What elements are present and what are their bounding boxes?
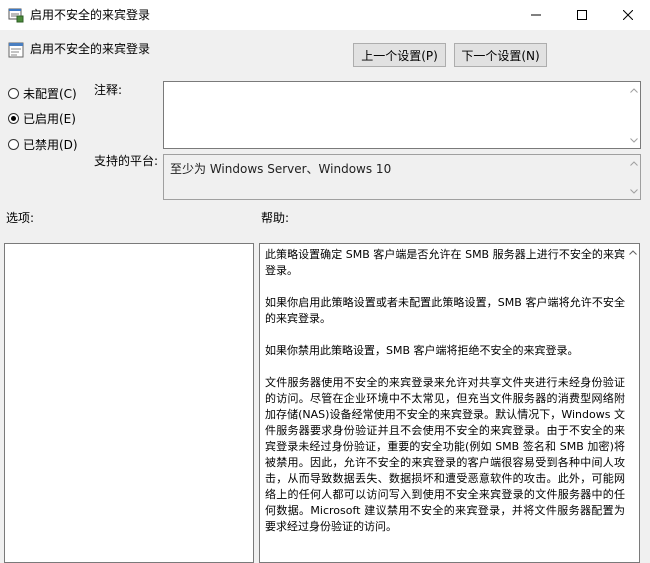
help-paragraph: 文件服务器使用不安全的来宾登录来允许对共享文件夹进行未经身份验证的访问。尽管在企… [265,376,625,533]
help-paragraph: 如果你启用此策略设置或者未配置此策略设置，SMB 客户端将允许不安全的来宾登录。 [265,296,625,325]
minimize-button[interactable] [513,0,559,30]
radio-disabled[interactable]: 已禁用(D) [8,135,78,153]
help-pane[interactable]: 此策略设置确定 SMB 客户端是否允许在 SMB 服务器上进行不安全的来宾登录。… [259,243,640,563]
policy-app-icon [8,7,24,23]
options-pane [4,243,254,563]
help-text: 此策略设置确定 SMB 客户端是否允许在 SMB 服务器上进行不安全的来宾登录。… [265,247,625,551]
help-paragraph: 如果你禁用此策略设置，SMB 客户端将拒绝不安全的来宾登录。 [265,344,579,357]
scroll-up-icon[interactable] [628,85,639,95]
scroll-down-icon[interactable] [628,186,639,196]
maximize-icon [577,10,587,20]
radio-not-configured[interactable]: 未配置(C) [8,84,77,102]
close-button[interactable] [605,0,650,30]
radio-circle [8,138,19,150]
title-bar: 启用不安全的来宾登录 [0,0,650,30]
scroll-up-icon[interactable] [628,158,639,168]
close-icon [623,10,633,20]
options-label: 选项: [6,211,35,225]
previous-setting-button[interactable]: 上一个设置(P) [353,43,446,67]
radio-label: 已禁用(D) [23,137,78,152]
radio-circle-checked [8,112,19,124]
setting-title: 启用不安全的来宾登录 [30,42,151,56]
comment-field[interactable] [163,81,641,149]
help-paragraph: 此策略设置确定 SMB 客户端是否允许在 SMB 服务器上进行不安全的来宾登录。 [265,248,625,277]
radio-label: 已启用(E) [23,111,76,126]
radio-label: 未配置(C) [23,86,77,101]
radio-enabled[interactable]: 已启用(E) [8,109,76,127]
supported-platform-value: 至少为 Windows Server、Windows 10 [170,162,392,176]
scroll-down-icon[interactable] [628,135,639,145]
supported-platform-field: 至少为 Windows Server、Windows 10 [163,154,641,200]
radio-circle [8,87,19,99]
comment-label: 注释: [94,83,123,97]
help-label: 帮助: [261,211,290,225]
next-setting-button[interactable]: 下一个设置(N) [454,43,547,67]
policy-setting-icon [8,42,24,58]
window-title: 启用不安全的来宾登录 [30,8,151,22]
minimize-icon [531,10,541,20]
scroll-up-icon[interactable] [627,247,638,257]
supported-platform-label: 支持的平台: [94,154,159,168]
maximize-button[interactable] [559,0,605,30]
